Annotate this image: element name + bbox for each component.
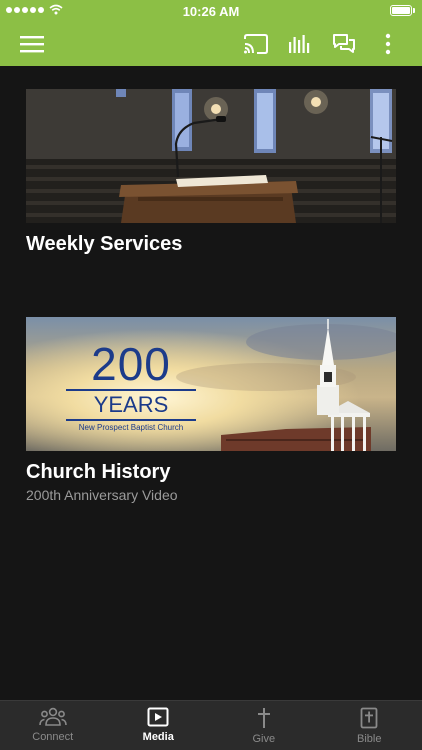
tab-bible[interactable]: Bible: [317, 701, 422, 750]
logo-church-name: New Prospect Baptist Church: [78, 423, 184, 432]
chat-icon: [333, 34, 355, 53]
cast-button[interactable]: [240, 28, 272, 60]
status-bar: 10:26 AM: [0, 0, 422, 22]
media-list: Weekly Services 200 YEARS New Prospect B…: [0, 66, 422, 700]
tab-label: Media: [142, 731, 174, 743]
tab-media[interactable]: Media: [106, 701, 212, 750]
more-button[interactable]: [372, 28, 404, 60]
bible-icon: [360, 707, 378, 729]
tab-bar: Connect Media Give Bible: [0, 700, 422, 750]
anniversary-logo: 200 YEARS New Prospect Baptist Church: [66, 341, 196, 433]
status-time: 10:26 AM: [182, 4, 240, 19]
logo-number: 200: [91, 338, 171, 390]
tab-label: Connect: [32, 731, 74, 743]
card-subtitle: 200th Anniversary Video: [26, 487, 178, 503]
media-card-church-history[interactable]: 200 YEARS New Prospect Baptist Church Ch…: [26, 317, 396, 504]
cast-icon: [244, 34, 268, 54]
hamburger-icon: [20, 36, 44, 53]
people-icon: [38, 707, 67, 726]
play-icon: [147, 707, 169, 727]
battery-icon: [390, 5, 415, 16]
sanctuary-illustration: [26, 89, 396, 223]
card-title: Weekly Services: [26, 233, 183, 255]
pulpit-sanctuary-photo: [26, 89, 396, 223]
church-steeple-photo: 200 YEARS New Prospect Baptist Church: [26, 317, 396, 451]
tab-label: Bible: [357, 733, 382, 745]
card-title: Church History: [26, 461, 171, 483]
audio-bars-button[interactable]: [284, 28, 316, 60]
logo-years: YEARS: [93, 392, 169, 417]
stats-icon: [289, 35, 310, 53]
app-bar: [0, 22, 422, 66]
more-vertical-icon: [385, 33, 391, 55]
menu-button[interactable]: [16, 28, 48, 60]
media-card-weekly-services[interactable]: Weekly Services: [26, 89, 396, 255]
chat-button[interactable]: [328, 28, 360, 60]
tab-label: Give: [252, 733, 276, 745]
tab-give[interactable]: Give: [211, 701, 317, 750]
tab-connect[interactable]: Connect: [0, 701, 106, 750]
cross-icon: [257, 708, 270, 728]
